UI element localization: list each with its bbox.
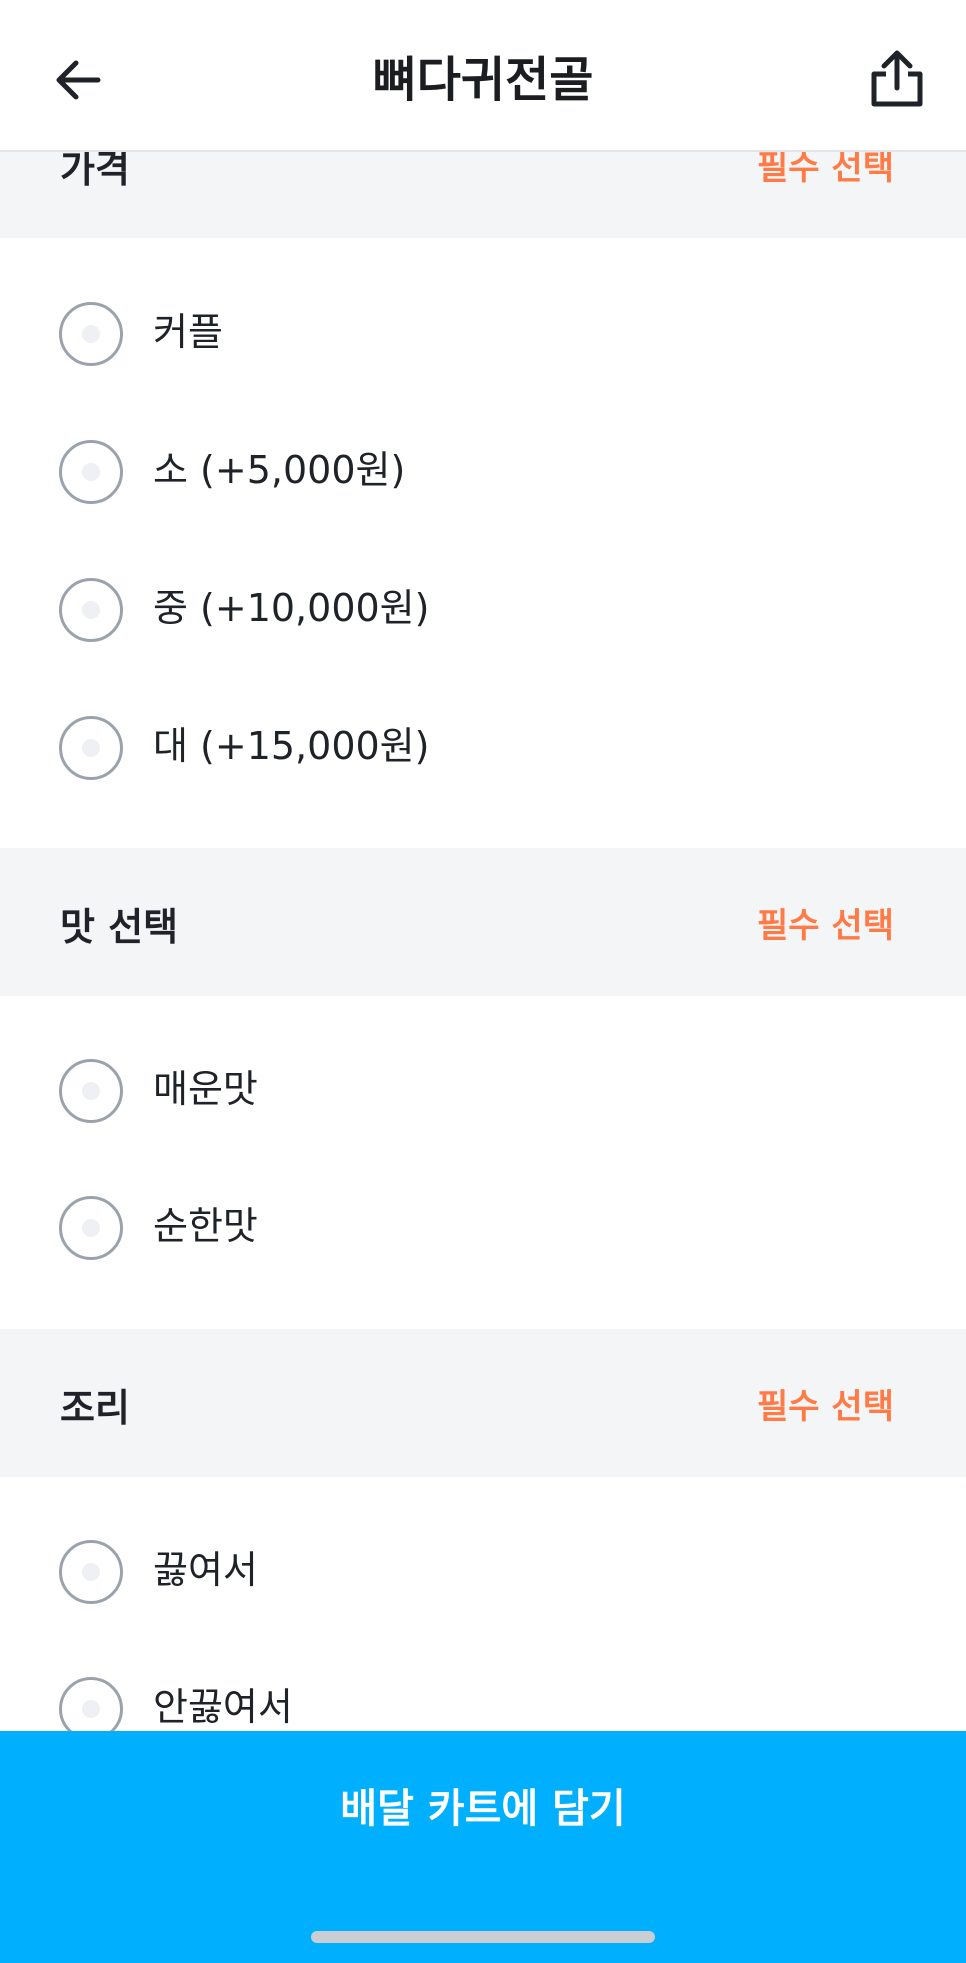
option-list: 가격 필수 선택 커플 소 (+5,000원) 중 (+10,000원) 대 (…	[0, 0, 966, 1963]
radio-button[interactable]	[59, 1196, 123, 1260]
option-mild[interactable]: 순한맛	[0, 1172, 966, 1282]
section-header-flavor: 맛 선택 필수 선택	[0, 848, 966, 996]
option-couple[interactable]: 커플	[0, 278, 966, 388]
section-title: 조리	[60, 1386, 130, 1430]
option-label: 순한맛	[153, 1204, 258, 1248]
option-label: 중 (+10,000원)	[153, 586, 430, 630]
option-boiled[interactable]: 끓여서	[0, 1516, 966, 1626]
option-label: 소 (+5,000원)	[153, 448, 406, 492]
home-indicator	[311, 1931, 655, 1943]
add-to-cart-button[interactable]: 배달 카트에 담기	[0, 1731, 966, 1963]
option-large[interactable]: 대 (+15,000원)	[0, 692, 966, 802]
section-header-cooking: 조리 필수 선택	[0, 1329, 966, 1477]
top-nav-bar: 뼈다귀전골	[0, 0, 966, 152]
share-icon[interactable]	[866, 48, 928, 110]
option-medium[interactable]: 중 (+10,000원)	[0, 554, 966, 664]
radio-button[interactable]	[59, 716, 123, 780]
option-label: 끓여서	[153, 1548, 258, 1592]
option-label: 안끓여서	[153, 1685, 293, 1729]
radio-button[interactable]	[59, 1540, 123, 1604]
radio-button[interactable]	[59, 578, 123, 642]
section-title: 맛 선택	[60, 905, 179, 949]
radio-button[interactable]	[59, 440, 123, 504]
radio-button[interactable]	[59, 302, 123, 366]
option-small[interactable]: 소 (+5,000원)	[0, 416, 966, 526]
required-badge: 필수 선택	[757, 1387, 894, 1427]
option-label: 커플	[153, 310, 223, 354]
option-label: 대 (+15,000원)	[153, 724, 430, 768]
option-spicy[interactable]: 매운맛	[0, 1035, 966, 1145]
option-label: 매운맛	[153, 1067, 258, 1111]
required-badge: 필수 선택	[757, 906, 894, 946]
page-title: 뼈다귀전골	[372, 52, 594, 108]
add-to-cart-label: 배달 카트에 담기	[340, 1786, 626, 1832]
radio-button[interactable]	[59, 1059, 123, 1123]
